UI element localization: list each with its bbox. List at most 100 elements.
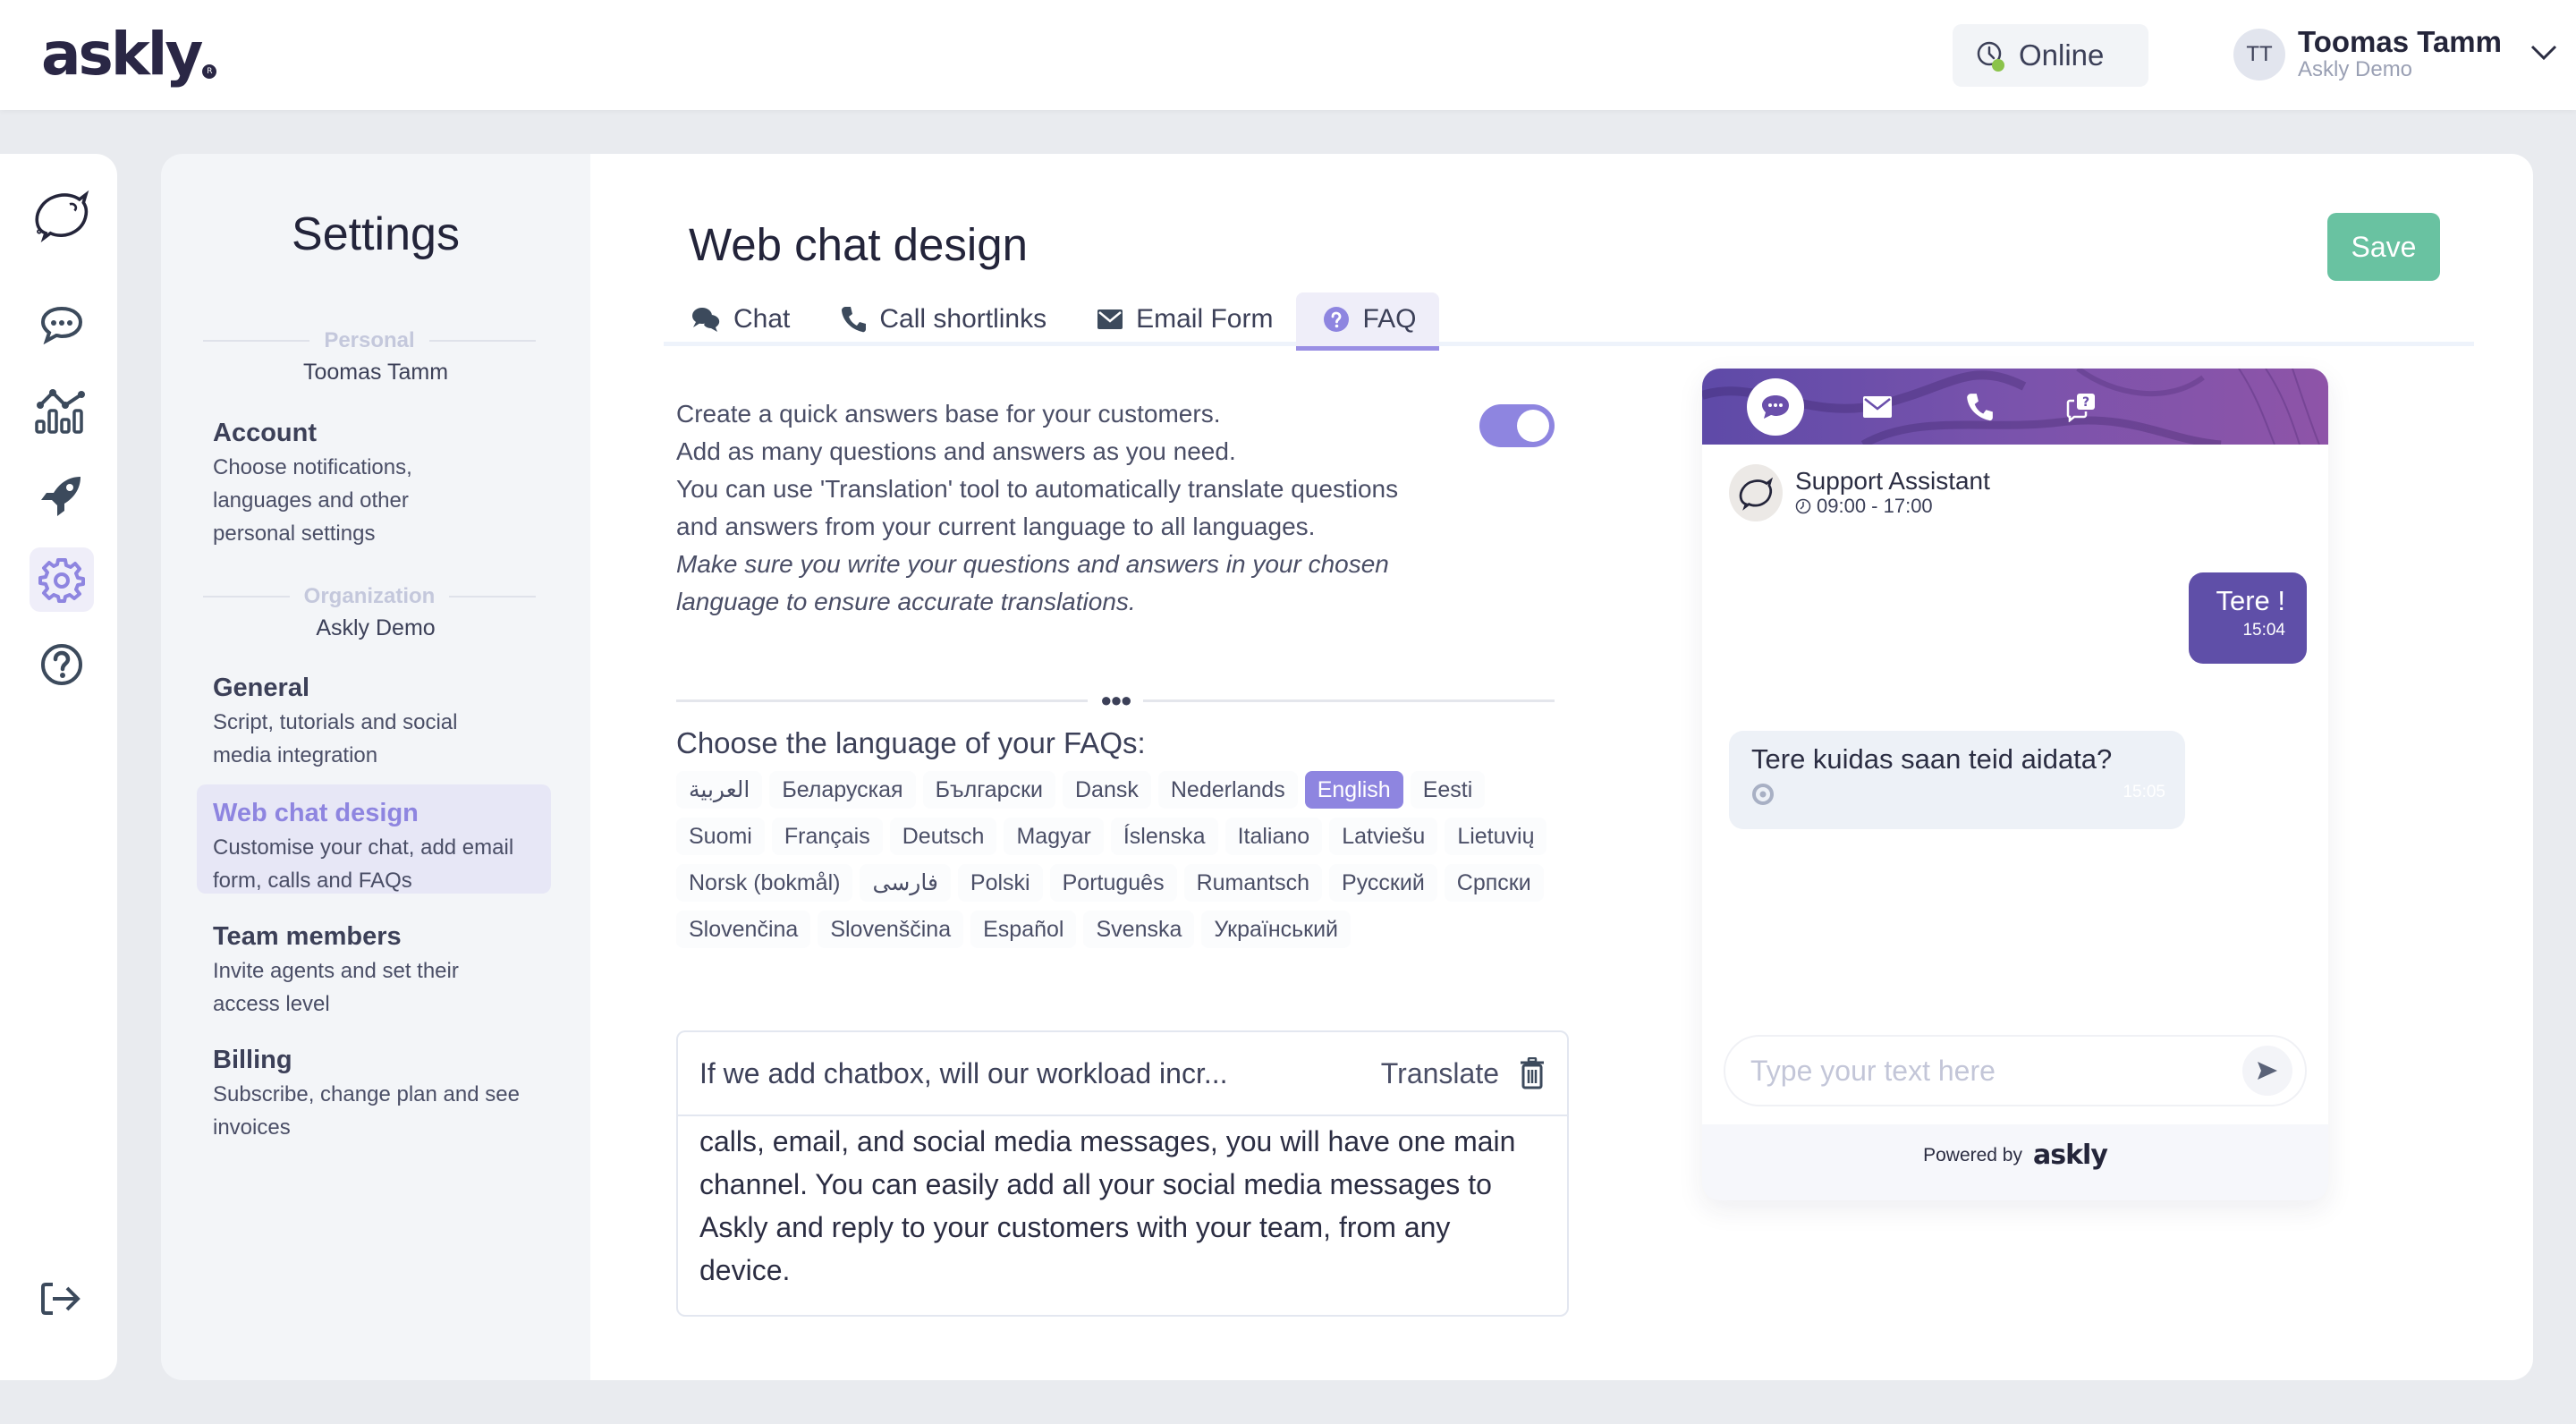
trash-icon[interactable] xyxy=(1519,1057,1546,1089)
language-chip[interactable]: Polski xyxy=(957,864,1043,902)
settings-item-web-chat-design[interactable]: Web chat design Customise your chat, add… xyxy=(197,784,551,894)
language-chip[interactable]: Српски xyxy=(1444,864,1544,902)
widget-tab-chat[interactable] xyxy=(1747,377,1804,436)
rail-chats[interactable] xyxy=(30,292,94,357)
agent-hours: 09:00 - 17:00 xyxy=(1795,495,1990,518)
clock-icon xyxy=(1976,39,2006,72)
settings-item-team-members[interactable]: Team members Invite agents and set their… xyxy=(197,908,551,1031)
question-circle-icon xyxy=(1324,307,1350,332)
logout-icon xyxy=(41,1283,80,1315)
language-heading: Choose the language of your FAQs: xyxy=(676,726,1146,759)
language-chip[interactable]: العربية xyxy=(676,771,763,809)
chevron-down-icon[interactable] xyxy=(2529,39,2559,66)
rail-analytics[interactable] xyxy=(30,378,94,443)
widget-tab-faq[interactable]: ? xyxy=(2053,378,2110,436)
envelope-icon xyxy=(1863,395,1892,418)
agent-info: Support Assistant 09:00 - 17:00 xyxy=(1729,464,1990,521)
settings-item-general[interactable]: General Script, tutorials and social med… xyxy=(197,659,551,783)
message-incoming: Tere kuidas saan teid aidata? 15:05 xyxy=(1729,731,2185,829)
section-personal: Personal xyxy=(203,328,537,353)
more-dots-icon[interactable]: ●●● xyxy=(1100,689,1132,712)
language-chip[interactable]: Français xyxy=(771,818,883,855)
language-chip[interactable]: Rumantsch xyxy=(1183,864,1323,902)
language-chip[interactable]: Русский xyxy=(1329,864,1437,902)
language-chip[interactable]: Português xyxy=(1049,864,1177,902)
widget-tab-email[interactable] xyxy=(1849,378,1906,436)
language-chip[interactable]: Slovenčina xyxy=(676,911,811,948)
faq-enabled-toggle[interactable] xyxy=(1479,404,1555,447)
chat-bubble-icon xyxy=(40,306,83,344)
askly-bird-logo-icon xyxy=(1739,477,1774,511)
settings-item-billing[interactable]: Billing Subscribe, change plan and see i… xyxy=(197,1031,551,1155)
toggle-knob xyxy=(1517,410,1549,442)
faq-question-input[interactable]: If we add chatbox, will our workload inc… xyxy=(699,1057,1381,1090)
section-organization: Organization xyxy=(203,584,537,609)
language-chip[interactable]: Eesti xyxy=(1410,771,1486,809)
status-label: Online xyxy=(2019,38,2105,72)
language-chip[interactable]: Español xyxy=(970,911,1077,948)
agent-avatar xyxy=(1729,464,1783,521)
agent-name: Support Assistant xyxy=(1795,466,1990,495)
tab-chat[interactable]: Chat xyxy=(664,292,813,346)
send-icon xyxy=(2258,1062,2277,1080)
tab-email-form[interactable]: Email Form xyxy=(1070,292,1296,346)
rail-settings[interactable] xyxy=(30,547,94,612)
send-button[interactable] xyxy=(2242,1046,2292,1096)
tab-faq[interactable]: FAQ xyxy=(1296,292,1440,351)
left-rail xyxy=(0,154,117,1380)
language-chip[interactable]: Magyar xyxy=(1004,818,1104,855)
translate-button[interactable]: Translate xyxy=(1381,1057,1499,1090)
user-org: Askly Demo xyxy=(2298,56,2413,81)
language-chip[interactable]: Український xyxy=(1201,911,1352,948)
phone-icon xyxy=(1967,393,1993,420)
message-input[interactable] xyxy=(1750,1054,2242,1088)
language-chip[interactable]: Íslenska xyxy=(1110,818,1218,855)
language-chip[interactable]: Lietuvių xyxy=(1445,818,1547,855)
language-chip[interactable]: Беларуская xyxy=(769,771,916,809)
faq-note: Make sure you write your questions and a… xyxy=(676,550,1389,615)
language-chip[interactable]: Български xyxy=(922,771,1055,809)
save-button[interactable]: Save xyxy=(2327,213,2440,281)
rail-help[interactable] xyxy=(30,632,94,697)
organization-owner: Askly Demo xyxy=(316,615,436,640)
avatar: TT xyxy=(2233,28,2285,81)
rail-logout[interactable] xyxy=(30,1267,94,1331)
language-chip[interactable]: English xyxy=(1304,771,1403,809)
language-chip[interactable]: Norsk (bokmål) xyxy=(676,864,853,902)
rail-launch[interactable] xyxy=(30,463,94,528)
widget-header: ? xyxy=(1702,369,2328,445)
language-chip[interactable]: فارسی xyxy=(860,864,951,902)
settings-title: Settings xyxy=(292,208,460,260)
clock-icon xyxy=(1795,499,1811,514)
widget-body: Support Assistant 09:00 - 17:00 Tere ! 1… xyxy=(1702,445,2328,1124)
language-chip[interactable]: Italiano xyxy=(1224,818,1323,855)
collapse-divider: ●●● xyxy=(676,689,1555,712)
language-chip[interactable]: Nederlands xyxy=(1157,771,1298,809)
settings-item-account[interactable]: Account Choose notifications, languages … xyxy=(197,404,551,561)
language-chip[interactable]: Dansk xyxy=(1062,771,1151,809)
svg-text:?: ? xyxy=(2082,395,2089,410)
widget-tab-call[interactable] xyxy=(1951,378,2008,436)
language-chip[interactable]: Latviešu xyxy=(1329,818,1438,855)
askly-bird-logo-icon xyxy=(35,190,89,242)
registered-mark: R xyxy=(202,64,217,79)
status-button[interactable]: Online xyxy=(1953,24,2148,87)
language-chip[interactable]: Slovenščina xyxy=(818,911,964,948)
tab-bar: Chat Call shortlinks Email Form FAQ xyxy=(664,292,2474,351)
page-title: Web chat design xyxy=(689,219,1028,270)
analytics-icon xyxy=(35,389,85,434)
user-menu[interactable]: TT Toomas Tamm Askly Demo xyxy=(2233,26,2557,81)
language-chip[interactable]: Suomi xyxy=(676,818,765,855)
language-chip[interactable]: Deutsch xyxy=(889,818,997,855)
powered-by: Powered by askly xyxy=(1923,1140,2108,1171)
main-content: Web chat design Save Chat Call shortlink… xyxy=(590,154,2533,1380)
faq-answer-input[interactable]: calls, email, and social media messages,… xyxy=(678,1116,1567,1295)
tab-call-shortlinks[interactable]: Call shortlinks xyxy=(813,292,1070,346)
chat-widget-preview: ? Support Assistant 09:00 - 17:00 Tere ! xyxy=(1702,369,2328,1200)
language-chip[interactable]: Svenska xyxy=(1083,911,1195,948)
language-list: العربية Беларуская Български Dansk Nederland… xyxy=(676,771,1571,948)
chat-bubble-icon xyxy=(1762,394,1789,419)
rail-home[interactable] xyxy=(30,182,94,247)
top-bar: askly R Online TT Toomas Tamm Askly Demo xyxy=(0,0,2576,110)
askly-logo[interactable]: askly R xyxy=(41,21,217,84)
